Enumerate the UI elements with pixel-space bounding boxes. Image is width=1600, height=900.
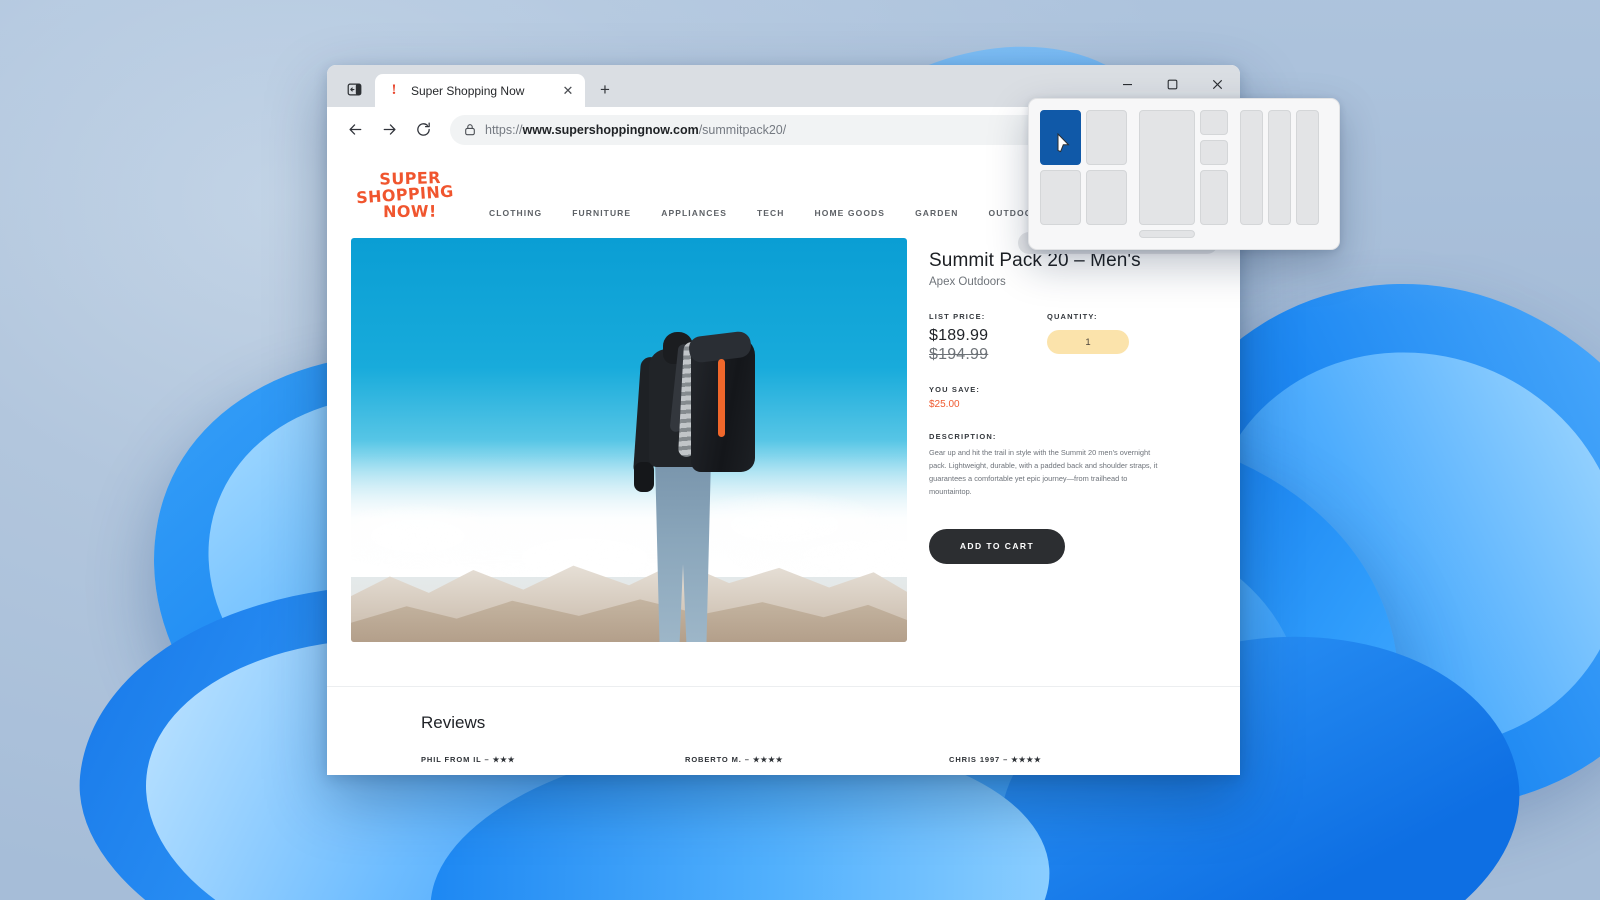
review-author: PHIL FROM IL – ★★★ (421, 755, 516, 764)
snap-zone-right-top[interactable] (1200, 110, 1228, 135)
quantity-block: QUANTITY: 1 (1047, 312, 1129, 364)
review-author: ROBERTO M. – ★★★★ (685, 755, 784, 764)
url-text: https://www.supershoppingnow.com/summitp… (485, 123, 786, 137)
snap-zone-right-bottom-2[interactable] (1139, 230, 1195, 238)
url-scheme: https:// (485, 122, 523, 137)
snap-zone-large-left[interactable] (1139, 110, 1195, 225)
tab-title: Super Shopping Now (411, 83, 525, 98)
review-item: ROBERTO M. – ★★★★ This pack is top-quali… (685, 755, 913, 775)
reviews-section: Reviews PHIL FROM IL – ★★★ Took this on … (327, 686, 1240, 775)
forward-arrow-icon[interactable] (373, 114, 405, 146)
new-tab-button[interactable]: + (591, 76, 619, 104)
site-logo[interactable]: SUPER SHOPPING NOW! (350, 168, 460, 223)
product-details: Summit Pack 20 – Men's Apex Outdoors LIS… (907, 238, 1216, 642)
snap-zone-col-2[interactable] (1268, 110, 1291, 225)
snap-zone-right-stack (1200, 110, 1228, 165)
description-label: DESCRIPTION: (929, 432, 997, 441)
description-text: Gear up and hit the trail in style with … (929, 448, 1158, 496)
url-path: /summitpack20/ (698, 122, 787, 137)
snap-zone-bottom-right[interactable] (1086, 170, 1127, 225)
description-block: DESCRIPTION: Gear up and hit the trail i… (929, 432, 1165, 499)
quantity-stepper[interactable]: 1 (1047, 330, 1129, 354)
cloud-layer (351, 440, 907, 578)
snap-zone-col-1[interactable] (1240, 110, 1263, 225)
review-item: CHRIS 1997 – ★★★★ Was a little worried a… (949, 755, 1177, 775)
list-price-label: LIST PRICE: (929, 312, 986, 321)
product-hero-image (351, 238, 907, 642)
close-icon[interactable]: ✕ (559, 82, 577, 100)
snap-zone-right-bottom[interactable] (1200, 140, 1228, 165)
product-section: Summit Pack 20 – Men's Apex Outdoors LIS… (327, 238, 1240, 642)
snap-layout-option-wide-left (1139, 110, 1228, 238)
snap-zone-bottom-left[interactable] (1040, 170, 1081, 225)
you-save-amount: $25.00 (929, 399, 960, 410)
reviews-list: PHIL FROM IL – ★★★ Took this on a recent… (351, 733, 1216, 775)
quantity-label: QUANTITY: (1047, 312, 1098, 321)
snap-zone-left-bottom[interactable] (1200, 170, 1228, 225)
nav-item-furniture[interactable]: FURNITURE (572, 208, 631, 218)
review-item: PHIL FROM IL – ★★★ Took this on a recent… (421, 755, 649, 775)
price-block: LIST PRICE: $189.99 $194.99 (929, 312, 1047, 364)
savings-block: YOU SAVE: $25.00 (929, 385, 1216, 410)
nav-item-home-goods[interactable]: HOME GOODS (815, 208, 886, 218)
reload-icon[interactable] (407, 114, 439, 146)
site-navigation: CLOTHING FURNITURE APPLIANCES TECH HOME … (489, 208, 1040, 238)
price-quantity-row: LIST PRICE: $189.99 $194.99 QUANTITY: 1 (929, 312, 1216, 364)
exclamation-favicon: ! (391, 82, 397, 98)
original-price: $194.99 (929, 346, 989, 363)
nav-item-tech[interactable]: TECH (757, 208, 785, 218)
you-save-label: YOU SAVE: (929, 385, 981, 394)
browser-tab[interactable]: ! Super Shopping Now ✕ (375, 74, 585, 107)
snap-zone-top-right[interactable] (1086, 110, 1127, 165)
logo-line-3: NOW! (382, 200, 437, 221)
nav-item-appliances[interactable]: APPLIANCES (661, 208, 727, 218)
add-to-cart-button[interactable]: ADD TO CART (929, 528, 1065, 564)
mouse-pointer-icon (1057, 133, 1070, 153)
snap-layout-option-quadrants (1040, 110, 1127, 238)
lock-icon (464, 123, 476, 136)
review-author: CHRIS 1997 – ★★★★ (949, 755, 1042, 764)
snap-layout-flyout (1028, 98, 1340, 250)
snap-zone-col-3[interactable] (1296, 110, 1319, 225)
nav-item-garden[interactable]: GARDEN (915, 208, 958, 218)
tab-list-icon[interactable] (339, 76, 369, 102)
back-arrow-icon[interactable] (339, 114, 371, 146)
nav-item-clothing[interactable]: CLOTHING (489, 208, 542, 218)
url-domain: www.supershoppingnow.com (522, 122, 699, 137)
product-brand: Apex Outdoors (929, 276, 1006, 288)
current-price: $189.99 (929, 327, 989, 344)
reviews-heading: Reviews (421, 713, 486, 732)
snap-zone-top-left[interactable] (1040, 110, 1081, 165)
snap-layout-option-three-columns (1240, 110, 1319, 238)
